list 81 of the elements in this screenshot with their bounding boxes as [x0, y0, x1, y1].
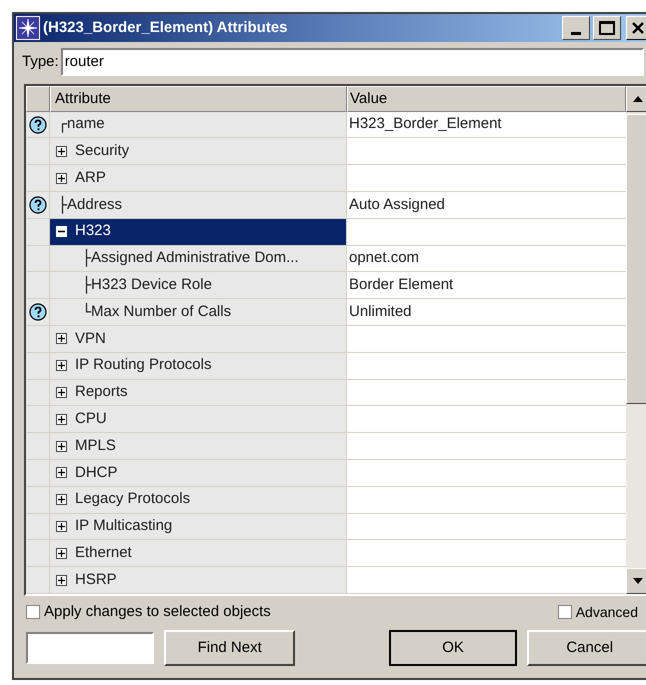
expand-icon[interactable] [56, 467, 67, 478]
help-icon[interactable] [28, 116, 46, 134]
star-icon [16, 16, 40, 40]
attribute-name: ARP [75, 168, 106, 188]
attribute-name: H323 [75, 221, 111, 242]
window-title: (H323_Border_Element) Attributes [43, 18, 289, 38]
tree-connector: ┌ [58, 114, 68, 136]
help-icon[interactable] [28, 303, 46, 322]
expand-icon[interactable] [56, 494, 67, 506]
down-arrow-icon [633, 578, 643, 584]
scroll-thumb[interactable] [626, 114, 646, 404]
scrollbar[interactable] [626, 86, 646, 594]
expand-icon[interactable] [56, 333, 67, 344]
attribute-cell[interactable]: H323 [50, 218, 347, 245]
tree-connector: ├ [82, 274, 92, 296]
attribute-cell[interactable]: DHCP [50, 460, 347, 486]
checkbox-label[interactable]: Apply changes to selected objects [44, 600, 271, 624]
attribute-cell[interactable]: ┌name [50, 112, 347, 138]
type-field[interactable]: router [60, 48, 644, 76]
attribute-cell[interactable]: Legacy Protocols [50, 486, 347, 513]
expand-icon[interactable] [56, 440, 67, 452]
minimize-button[interactable] [562, 16, 590, 40]
attribute-name: CPU [75, 409, 107, 430]
attribute-cell[interactable]: Reports [50, 380, 347, 406]
attribute-cell[interactable]: IP Routing Protocols [50, 352, 347, 379]
search-field[interactable] [26, 632, 154, 664]
expand-icon[interactable] [56, 574, 67, 586]
attribute-cell[interactable]: ├Address [50, 192, 347, 218]
attribute-cell[interactable]: ├H323 Device Role [50, 272, 347, 298]
attribute-name: Ethernet [75, 543, 132, 564]
attribute-cell[interactable]: ├Assigned Administrative Dom... [50, 246, 347, 272]
attribute-cell[interactable]: Ethernet [50, 540, 347, 566]
expand-icon[interactable] [56, 521, 67, 532]
attribute-name: MPLS [75, 436, 116, 456]
attribute-cell[interactable]: ARP [50, 165, 347, 192]
attribute-name: name [67, 114, 105, 132]
attribute-name: Assigned Administrative Dom... [91, 249, 299, 266]
attribute-name: H323 Device Role [91, 276, 212, 294]
up-arrow-icon [633, 96, 643, 102]
attribute-cell[interactable]: CPU [50, 406, 347, 432]
attribute-name: Security [75, 141, 130, 162]
expand-icon[interactable] [56, 387, 67, 398]
attribute-name: VPN [75, 328, 106, 349]
column-header[interactable]: Attribute [50, 86, 347, 112]
attribute-name: HSRP [75, 570, 117, 590]
tree-connector: ├ [58, 194, 68, 216]
attribute-name: DHCP [75, 462, 118, 483]
attribute-cell[interactable]: HSRP [50, 567, 347, 593]
find-next-button[interactable]: Find Next [164, 630, 295, 666]
attribute-cell[interactable]: IP Multicasting [50, 514, 347, 540]
expand-icon[interactable] [56, 146, 67, 157]
checkbox-label[interactable]: Advanced [576, 602, 638, 622]
attribute-name: IP Multicasting [75, 516, 172, 536]
attribute-name: IP Routing Protocols [75, 355, 212, 376]
attribute-name: Address [67, 194, 122, 213]
scroll-down-button[interactable] [626, 568, 646, 594]
scroll-up-button[interactable] [626, 86, 646, 112]
tree-connector: └ [82, 302, 92, 323]
ok-button[interactable]: OK [388, 630, 518, 666]
tree-connector: ├ [82, 248, 92, 270]
attribute-name: Reports [75, 382, 128, 402]
attribute-cell[interactable]: Security [50, 138, 347, 164]
attribute-cell[interactable]: MPLS [50, 433, 347, 460]
expand-icon[interactable] [56, 414, 67, 425]
attribute-name: Legacy Protocols [75, 489, 190, 510]
close-button[interactable] [626, 16, 646, 40]
expand-icon[interactable] [56, 360, 67, 372]
expand-icon[interactable] [56, 548, 67, 559]
checkbox[interactable] [26, 605, 40, 619]
type-label: Type: [22, 52, 59, 72]
attribute-cell[interactable]: └Max Number of Calls [50, 299, 347, 326]
attribute-name: Max Number of Calls [91, 302, 232, 322]
maximize-button[interactable] [593, 16, 621, 40]
collapse-icon[interactable] [56, 226, 67, 238]
checkbox[interactable] [558, 605, 572, 619]
expand-icon[interactable] [56, 172, 67, 184]
help-icon[interactable] [28, 196, 46, 214]
column-header[interactable]: Value [347, 86, 626, 112]
cancel-button[interactable]: Cancel [527, 630, 646, 666]
attribute-cell[interactable]: VPN [50, 326, 347, 352]
close-icon [632, 22, 644, 34]
